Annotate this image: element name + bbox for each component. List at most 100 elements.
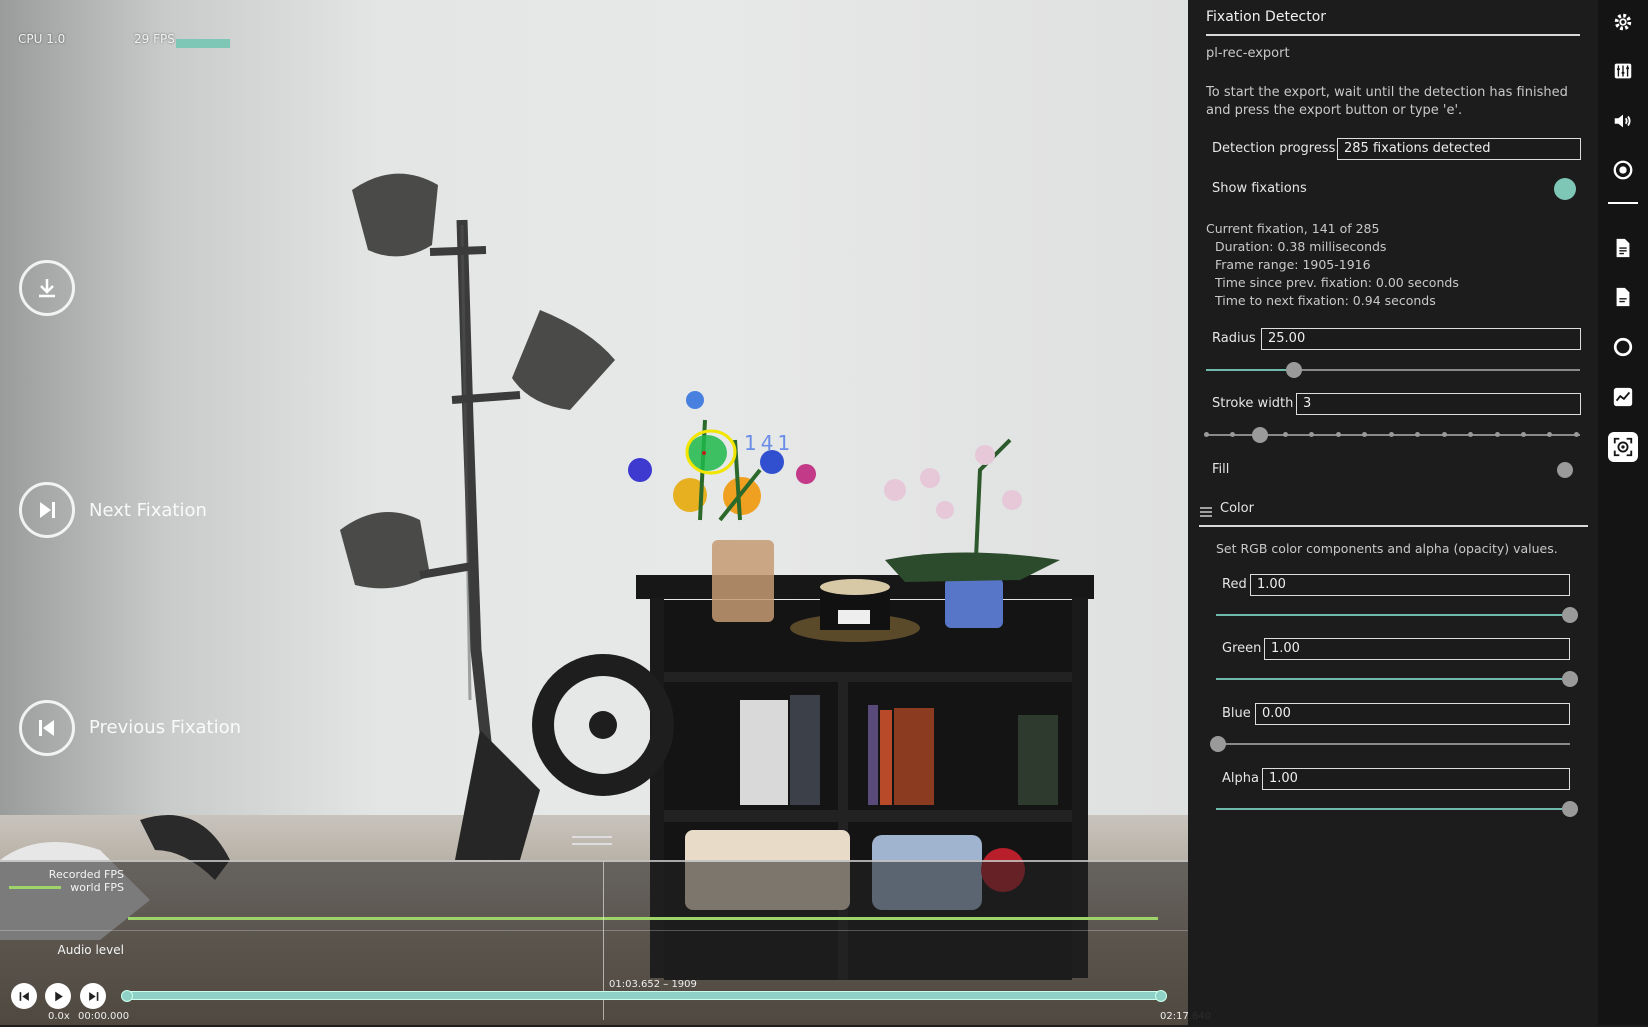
seek-bar[interactable] [121,990,1167,1002]
chart-icon [1613,387,1633,407]
timeline-panel: Recorded FPS world FPS Audio level 01:03… [0,860,1188,1027]
red-slider[interactable] [1216,614,1570,616]
document-button[interactable] [1608,233,1638,263]
skip-forward-icon [40,502,55,518]
menu-description: To start the export, wait until the dete… [1206,85,1568,118]
audio-button[interactable] [1608,106,1638,136]
cpu-readout: CPU 1.0 [18,32,66,46]
green-slider[interactable] [1216,678,1570,680]
menu-subtitle: pl-rec-export [1206,46,1290,61]
show-fixations-toggle[interactable] [1554,178,1576,200]
download-icon [39,279,55,298]
fixation-id-label: 141 [744,431,795,455]
blue-label: Blue [1222,706,1251,721]
target-icon [1613,160,1633,180]
play-button[interactable] [45,983,71,1009]
stroke-width-field[interactable]: 3 [1296,393,1581,415]
fill-toggle[interactable] [1557,462,1573,478]
blue-slider[interactable] [1216,743,1570,745]
radius-slider-knob[interactable] [1286,362,1302,378]
stroke-tick [1204,432,1209,437]
menu-title: Fixation Detector [1206,9,1327,25]
fps-readout: 29 FPS [134,32,175,46]
stroke-tick [1468,432,1473,437]
alpha-field[interactable]: 1.00 [1262,768,1570,790]
next-fixation-button[interactable] [19,482,75,538]
audio-icon [1614,114,1631,128]
fixation-frame-range: Frame range: 1905-1916 [1215,257,1371,272]
seek-start-knob[interactable] [121,990,133,1002]
radius-slider-fill [1206,369,1294,371]
stroke-slider-knob[interactable] [1252,427,1268,443]
menu-handle-icon [1200,507,1212,517]
stroke-tick [1521,432,1526,437]
stroke-tick [1230,432,1235,437]
target-button[interactable] [1608,155,1638,185]
row-divider [0,930,1188,931]
previous-fixation-label: Previous Fixation [89,717,241,738]
audio-level-label: Audio level [57,943,124,957]
timeline-resize-handle[interactable] [572,836,612,845]
alpha-slider-knob[interactable] [1562,801,1578,817]
time-since-prev: Time since prev. fixation: 0.00 seconds [1215,275,1459,290]
green-label: Green [1222,641,1262,656]
stroke-tick [1336,432,1341,437]
fill-label: Fill [1212,462,1230,477]
stroke-tick [1547,432,1552,437]
radius-slider-track [1294,369,1580,371]
stroke-tick [1309,432,1314,437]
red-label: Red [1222,577,1247,592]
color-section-handle[interactable] [1200,502,1212,517]
settings-button[interactable] [1608,7,1638,37]
stroke-tick [1442,432,1447,437]
document-icon [1616,238,1630,258]
jump-end-button[interactable] [80,983,106,1009]
download-button[interactable] [19,260,75,316]
green-slider-knob[interactable] [1562,671,1578,687]
next-fixation-label: Next Fixation [89,500,207,521]
red-field[interactable]: 1.00 [1250,574,1570,596]
recorded-fps-swatch [9,886,61,889]
color-divider [1199,525,1588,527]
eq-icon [1614,63,1632,79]
export-document-button[interactable] [1608,282,1638,312]
seek-end-knob[interactable] [1155,990,1167,1002]
show-fixations-label: Show fixations [1212,181,1307,196]
blue-field[interactable]: 0.00 [1255,703,1570,725]
fixation-detector-icon [1613,437,1633,457]
previous-fixation-button[interactable] [19,700,75,756]
color-description: Set RGB color components and alpha (opac… [1216,541,1558,556]
alpha-label: Alpha [1222,771,1259,786]
world-fps-line [128,917,1158,920]
green-field[interactable]: 1.00 [1264,638,1570,660]
skip-back-icon [39,720,54,736]
skip-back-icon [19,991,29,1001]
stroke-tick [1574,432,1579,437]
current-fixation: Current fixation, 141 of 285 [1206,221,1380,236]
current-time-label: 01:03.652 – 1909 [609,979,697,990]
blue-slider-knob[interactable] [1210,736,1226,752]
circle-icon [1613,337,1633,357]
fixation-detector-menu: Fixation Detector pl-rec-export To start… [1188,0,1598,1025]
export-document-icon [1616,287,1630,307]
chart-button[interactable] [1608,382,1638,412]
stroke-width-label: Stroke width [1212,396,1294,411]
red-slider-knob[interactable] [1562,607,1578,623]
fixation-detector-button[interactable] [1608,432,1638,462]
playback-speed: 0.0x [48,1011,70,1022]
plugin-icon-bar [1598,0,1648,1025]
skip-forward-icon [88,991,98,1001]
detection-progress-label: Detection progress: [1212,141,1340,156]
circle-button[interactable] [1608,332,1638,362]
fixation-duration: Duration: 0.38 milliseconds [1215,239,1387,254]
stroke-tick [1362,432,1367,437]
eq-button[interactable] [1608,56,1638,86]
settings-icon [1614,13,1632,31]
title-divider [1206,34,1580,36]
jump-start-button[interactable] [11,983,37,1009]
recorded-fps-label: Recorded FPS [48,868,124,881]
alpha-slider[interactable] [1216,808,1570,810]
stroke-tick [1389,432,1394,437]
stroke-tick [1495,432,1500,437]
radius-field[interactable]: 25.00 [1261,328,1581,350]
